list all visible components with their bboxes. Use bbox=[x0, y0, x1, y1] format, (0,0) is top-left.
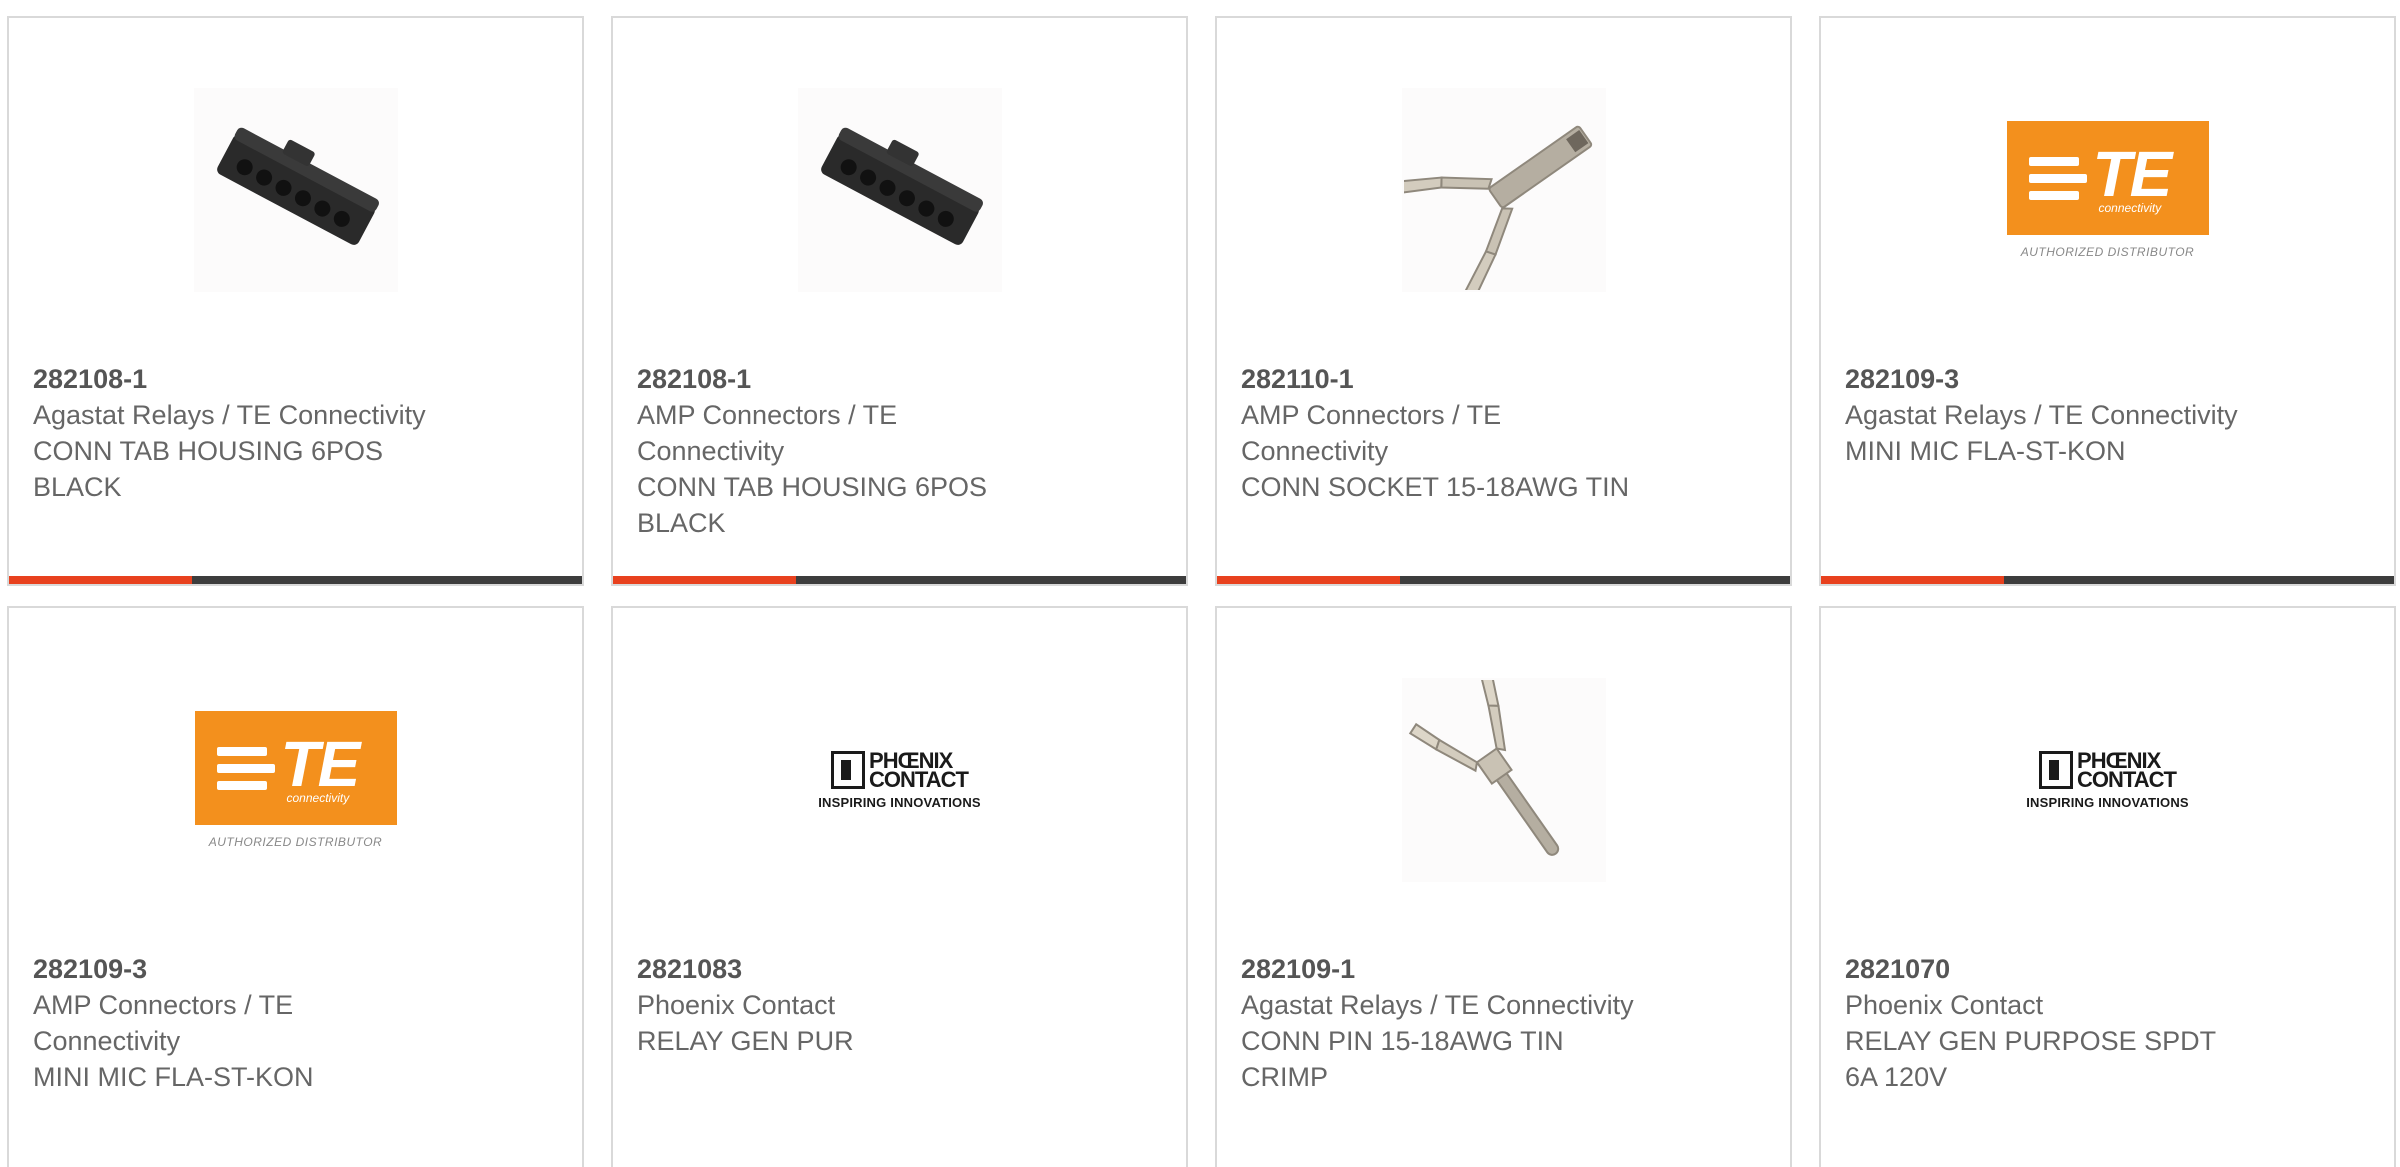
card-bottom-bar bbox=[613, 576, 1186, 584]
product-image[interactable] bbox=[797, 88, 1002, 292]
description: RELAY GEN PUR bbox=[637, 1026, 854, 1056]
product-card[interactable]: TE connectivity AUTHORIZED DISTRIBUTOR 2… bbox=[1819, 16, 2396, 586]
product-card[interactable]: 282109-1 Agastat Relays / TE Connectivit… bbox=[1215, 606, 1792, 1167]
product-info: 282108-1 Agastat Relays / TE Connectivit… bbox=[33, 361, 453, 505]
crimp-socket-image bbox=[1403, 125, 1592, 290]
description: CRIMP bbox=[1241, 1062, 1328, 1092]
connector-housing-image bbox=[820, 127, 983, 245]
product-card[interactable]: 282108-1 Agastat Relays / TE Connectivit… bbox=[7, 16, 584, 586]
part-number[interactable]: 282108-1 bbox=[637, 361, 1057, 397]
phoenix-contact-logo: PHŒNIX CONTACT INSPIRING INNOVATIONS bbox=[2026, 747, 2189, 810]
product-grid: 282108-1 Agastat Relays / TE Connectivit… bbox=[0, 0, 2400, 1167]
manufacturer: AMP Connectors / TE bbox=[33, 990, 294, 1020]
te-connectivity-logo: TE connectivity AUTHORIZED DISTRIBUTOR bbox=[194, 711, 397, 849]
manufacturer: Agastat Relays / TE Connectivity bbox=[33, 400, 426, 430]
card-accent-bar bbox=[1217, 576, 1400, 584]
te-connectivity-logo: TE connectivity AUTHORIZED DISTRIBUTOR bbox=[2006, 121, 2209, 259]
product-image[interactable] bbox=[1401, 88, 1606, 292]
manufacturer: AMP Connectors / TE bbox=[637, 400, 898, 430]
product-info: 282110-1 AMP Connectors / TE Connectivit… bbox=[1241, 361, 1661, 505]
product-info: 2821083 Phoenix Contact RELAY GEN PUR bbox=[637, 951, 1057, 1059]
description: CONN TAB HOUSING 6POS bbox=[637, 472, 988, 502]
description: BLACK bbox=[33, 472, 122, 502]
description: BLACK bbox=[637, 508, 726, 538]
product-image[interactable] bbox=[193, 88, 398, 292]
product-info: 282109-3 Agastat Relays / TE Connectivit… bbox=[1845, 361, 2265, 469]
manufacturer: Phoenix Contact bbox=[637, 990, 836, 1020]
description: MINI MIC FLA-ST-KON bbox=[33, 1062, 314, 1092]
card-accent-bar bbox=[613, 576, 796, 584]
card-bottom-bar bbox=[9, 576, 582, 584]
product-info: 282108-1 AMP Connectors / TE Connectivit… bbox=[637, 361, 1057, 541]
card-bottom-bar bbox=[1217, 576, 1790, 584]
description: 6A 120V bbox=[1845, 1062, 1948, 1092]
part-number[interactable]: 2821083 bbox=[637, 951, 1057, 987]
card-bottom-bar bbox=[1821, 576, 2394, 584]
manufacturer: Connectivity bbox=[637, 436, 785, 466]
manufacturer: Agastat Relays / TE Connectivity bbox=[1241, 990, 1634, 1020]
part-number[interactable]: 282109-1 bbox=[1241, 951, 1661, 987]
product-image[interactable]: PHŒNIX CONTACT INSPIRING INNOVATIONS bbox=[797, 678, 1002, 882]
part-number[interactable]: 282108-1 bbox=[33, 361, 453, 397]
product-card[interactable]: 282110-1 AMP Connectors / TE Connectivit… bbox=[1215, 16, 1792, 586]
manufacturer: AMP Connectors / TE bbox=[1241, 400, 1502, 430]
manufacturer: Connectivity bbox=[33, 1026, 181, 1056]
card-accent-bar bbox=[1821, 576, 2004, 584]
description: CONN PIN 15-18AWG TIN bbox=[1241, 1026, 1564, 1056]
crimp-pin-image bbox=[1408, 680, 1559, 856]
manufacturer: Agastat Relays / TE Connectivity bbox=[1845, 400, 2238, 430]
description: CONN SOCKET 15-18AWG TIN bbox=[1241, 472, 1630, 502]
part-number[interactable]: 282109-3 bbox=[33, 951, 453, 987]
part-number[interactable]: 2821070 bbox=[1845, 951, 2265, 987]
product-image[interactable] bbox=[1401, 678, 1606, 882]
phoenix-contact-logo: PHŒNIX CONTACT INSPIRING INNOVATIONS bbox=[818, 747, 981, 810]
manufacturer: Phoenix Contact bbox=[1845, 990, 2044, 1020]
manufacturer: Connectivity bbox=[1241, 436, 1389, 466]
product-info: 2821070 Phoenix Contact RELAY GEN PURPOS… bbox=[1845, 951, 2265, 1095]
product-image[interactable]: TE connectivity AUTHORIZED DISTRIBUTOR bbox=[2005, 88, 2210, 292]
product-card[interactable]: PHŒNIX CONTACT INSPIRING INNOVATIONS 2821… bbox=[1819, 606, 2396, 1167]
description: MINI MIC FLA-ST-KON bbox=[1845, 436, 2126, 466]
card-accent-bar bbox=[9, 576, 192, 584]
product-card[interactable]: PHŒNIX CONTACT INSPIRING INNOVATIONS 2821… bbox=[611, 606, 1188, 1167]
description: RELAY GEN PURPOSE SPDT bbox=[1845, 1026, 2217, 1056]
connector-housing-image bbox=[216, 127, 379, 245]
product-card[interactable]: 282108-1 AMP Connectors / TE Connectivit… bbox=[611, 16, 1188, 586]
product-info: 282109-3 AMP Connectors / TE Connectivit… bbox=[33, 951, 453, 1095]
product-image[interactable]: TE connectivity AUTHORIZED DISTRIBUTOR bbox=[193, 678, 398, 882]
part-number[interactable]: 282110-1 bbox=[1241, 361, 1661, 397]
part-number[interactable]: 282109-3 bbox=[1845, 361, 2265, 397]
product-card[interactable]: TE connectivity AUTHORIZED DISTRIBUTOR 2… bbox=[7, 606, 584, 1167]
product-image[interactable]: PHŒNIX CONTACT INSPIRING INNOVATIONS bbox=[2005, 678, 2210, 882]
product-info: 282109-1 Agastat Relays / TE Connectivit… bbox=[1241, 951, 1661, 1095]
description: CONN TAB HOUSING 6POS bbox=[33, 436, 384, 466]
